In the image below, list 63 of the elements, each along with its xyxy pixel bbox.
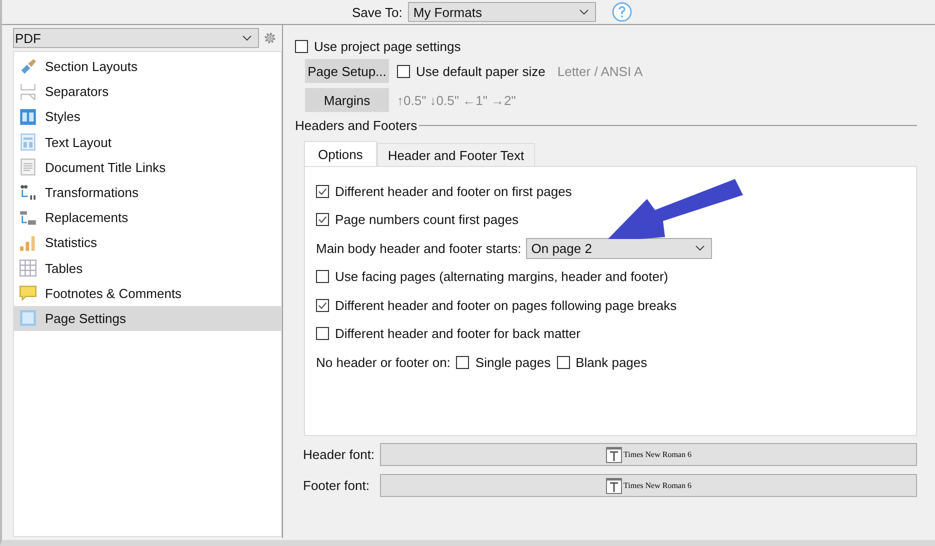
checkbox-label: Blank pages <box>576 354 648 370</box>
checkbox-label: Use facing pages (alternating margins, header and footer) <box>335 269 668 284</box>
checkbox-label: Use default paper size <box>416 64 546 78</box>
transform-icon <box>19 184 37 202</box>
styles-icon <box>19 108 37 126</box>
format-dropdown[interactable]: PDF <box>13 28 259 48</box>
caret-icon <box>242 35 252 41</box>
group-title: Headers and Footers <box>295 118 418 133</box>
checkbox[interactable] <box>295 40 308 53</box>
sidebar-item[interactable]: Section Layouts <box>14 54 281 80</box>
sidebar-item[interactable]: Statistics <box>14 230 281 256</box>
brush-icon <box>19 58 37 76</box>
tab[interactable]: Options <box>304 141 377 166</box>
start-page-dropdown[interactable]: On page 2 <box>526 238 712 259</box>
font-icon <box>606 446 622 462</box>
font-button[interactable]: Times New Roman 6 <box>380 443 917 466</box>
sidebar-item[interactable]: Replacements <box>14 205 281 230</box>
footnote-icon <box>19 284 37 302</box>
caret-icon <box>695 245 706 252</box>
document-icon <box>19 158 37 176</box>
sidebar-item[interactable]: Tables <box>14 256 281 281</box>
separator-icon <box>19 82 37 101</box>
tab[interactable]: Header and Footer Text <box>376 143 536 166</box>
layout-icon <box>19 133 37 152</box>
checkbox-label: Different header and footer for back matter <box>335 326 580 342</box>
checkbox[interactable] <box>316 270 329 284</box>
sidebar-item[interactable]: Transformations <box>14 180 281 206</box>
checkbox[interactable] <box>316 327 329 340</box>
sidebar-item[interactable]: Text Layout <box>14 130 281 155</box>
replace-icon <box>19 208 37 227</box>
sidebar-item[interactable]: Styles <box>14 104 281 130</box>
checkbox[interactable] <box>456 356 470 369</box>
sidebar-item[interactable]: Document Title Links <box>14 154 281 180</box>
field-label: Header font: <box>303 447 376 462</box>
font-icon <box>606 478 622 494</box>
table-icon <box>19 259 37 278</box>
page-setup-button[interactable]: Page Setup... <box>305 59 389 83</box>
margins-button[interactable]: Margins <box>305 88 389 112</box>
checkbox-label: Different header and footer on first pages <box>335 184 572 199</box>
checkbox[interactable] <box>316 184 329 198</box>
font-button[interactable]: Times New Roman 6 <box>380 474 917 497</box>
margins-summary: ↑0.5" ↓0.5" ←1" →2" <box>397 92 516 108</box>
paper-size-text: Letter / ANSI A <box>557 64 643 78</box>
caret-icon <box>579 9 590 15</box>
save-to-dropdown[interactable]: My Formats <box>408 2 596 22</box>
sidebar-item[interactable]: Page Settings <box>14 306 281 332</box>
checkbox-label: Single pages <box>475 354 551 370</box>
field-label: Footer font: <box>303 478 370 493</box>
field-label: No header or footer on: <box>316 354 450 370</box>
checkbox[interactable] <box>316 298 329 312</box>
sidebar-item[interactable]: Separators <box>14 79 281 104</box>
checkbox-label: Use project page settings <box>314 39 461 54</box>
settings-icon[interactable] <box>263 31 277 45</box>
checkbox-label: Page numbers count first pages <box>335 212 519 228</box>
checkbox[interactable] <box>397 64 410 78</box>
save-to-label: Save To: <box>352 4 402 20</box>
checkbox-label: Different header and footer on pages following page breaks <box>335 298 677 313</box>
checkbox[interactable] <box>316 213 329 226</box>
checkbox[interactable] <box>556 356 570 369</box>
sidebar-item[interactable]: Footnotes & Comments <box>14 280 281 306</box>
field-label: Main body header and footer starts: <box>316 240 522 256</box>
stats-icon <box>19 234 37 252</box>
page-icon <box>19 309 37 328</box>
